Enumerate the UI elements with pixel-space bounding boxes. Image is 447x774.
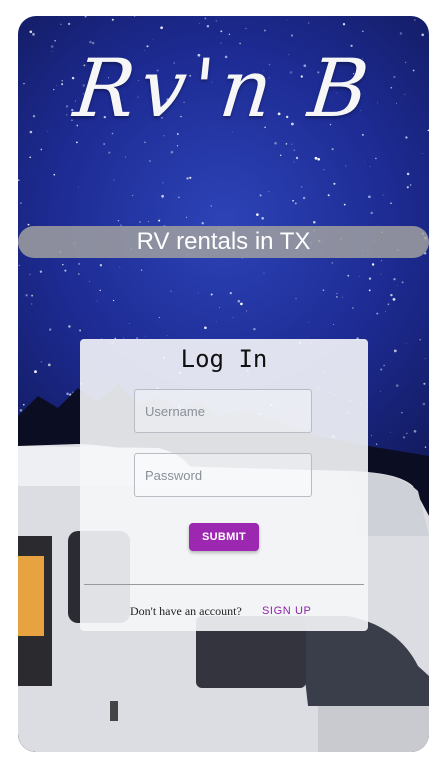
signup-link[interactable]: SIGN UP xyxy=(262,605,311,617)
brand-logo: Rv'n B xyxy=(69,42,379,135)
login-panel: Log In SUBMIT Don't have an account? SIG… xyxy=(80,339,368,631)
submit-button[interactable]: SUBMIT xyxy=(189,523,259,551)
password-input[interactable] xyxy=(134,453,312,497)
divider xyxy=(84,584,364,585)
account-prompt: Don't have an account? xyxy=(130,604,242,618)
login-title: Log In xyxy=(180,345,268,373)
tagline-banner: RV rentals in TX xyxy=(18,226,429,258)
hero-card: Rv'n B RV rentals in TX Log In SUBMIT Do… xyxy=(18,16,429,752)
username-input[interactable] xyxy=(134,389,312,433)
